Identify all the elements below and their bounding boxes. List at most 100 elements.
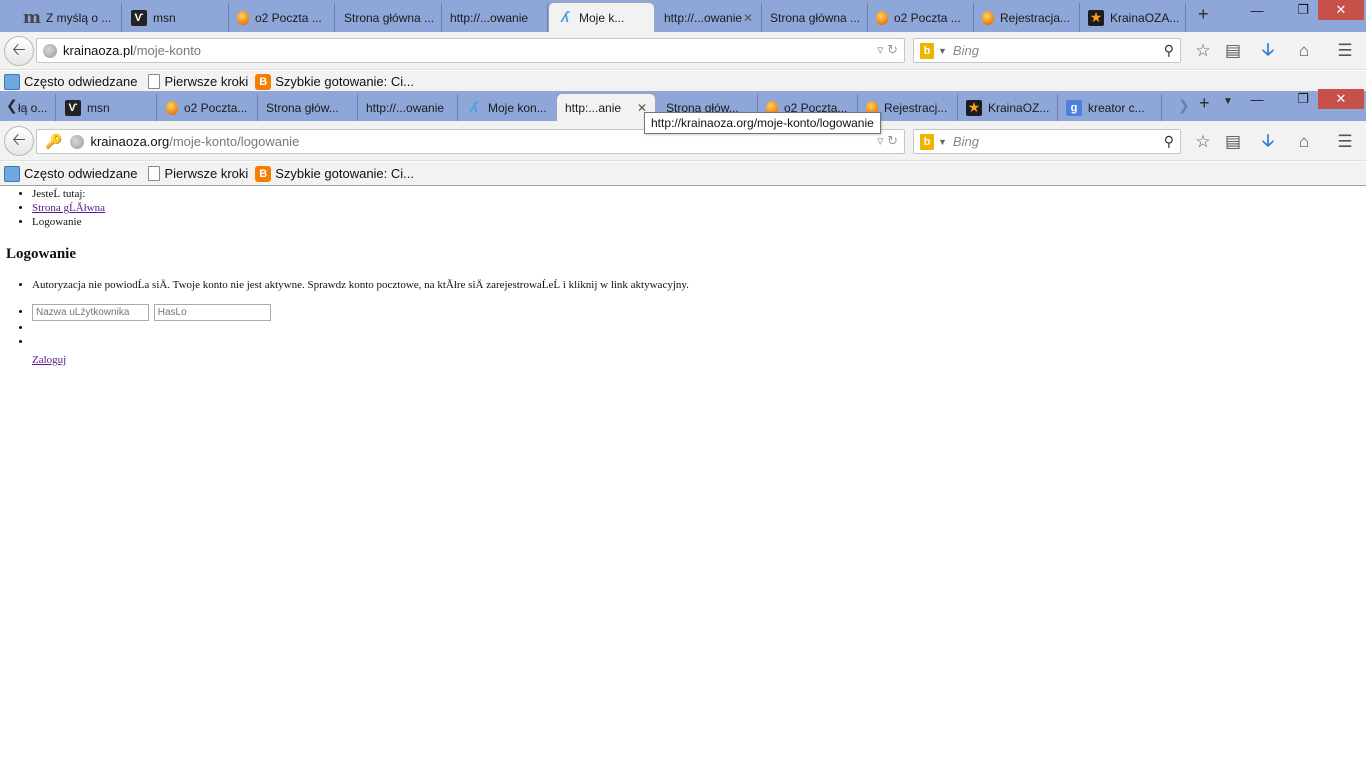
tab-label: msn <box>153 10 176 25</box>
search-icon[interactable]: ⚲ <box>1164 133 1174 150</box>
tab-label: o2 Poczta ... <box>255 10 322 25</box>
username-field[interactable] <box>32 304 149 321</box>
bookmark-label: Często odwiedzane <box>24 166 138 181</box>
menu-icon[interactable]: ☰ <box>1335 41 1355 61</box>
tab-label: Strona główna ... <box>344 10 435 25</box>
close-window-button[interactable]: ✕ <box>1318 0 1364 20</box>
tab[interactable]: Strona główna ... <box>762 3 868 32</box>
tab[interactable]: g kreator c... <box>1058 94 1162 121</box>
tab-label: http:...anie <box>565 100 622 115</box>
search-bar[interactable]: b ▼ Bing ⚲ <box>913 129 1181 154</box>
bookmark-label: Szybkie gotowanie: Ci... <box>275 166 414 181</box>
tab-tooltip: http://krainaoza.org/moje-konto/logowani… <box>644 112 881 134</box>
reading-list-icon[interactable]: ▤ <box>1223 41 1243 61</box>
error-message: Autoryzacja nie powiodĹa siÄ. Twoje kont… <box>32 278 1366 292</box>
tab[interactable]: Ѵmsn <box>123 3 229 32</box>
tab[interactable]: ʎ Moje k... <box>548 2 655 32</box>
bookmark-item[interactable]: Często odwiedzane <box>0 165 138 182</box>
page-icon <box>148 74 161 89</box>
blogger-icon: B <box>255 165 272 182</box>
download-icon[interactable]: 🡣 <box>1258 131 1278 152</box>
login-link[interactable]: Zaloguj <box>32 354 66 366</box>
menu-icon[interactable]: ☰ <box>1335 132 1355 152</box>
breadcrumb-prefix: JesteĹ tutaj: <box>32 187 1366 201</box>
breadcrumb: JesteĹ tutaj: Strona gĹĂłwna Logowanie <box>0 187 1366 229</box>
tab[interactable]: http://...owanie ✕ <box>656 3 762 32</box>
bookmark-item[interactable]: Pierwsze kroki <box>144 74 248 89</box>
new-tab-button[interactable]: + <box>1199 93 1210 114</box>
back-button[interactable]: 🡠 <box>4 126 34 156</box>
often-visited-icon <box>4 73 20 90</box>
bookmark-item[interactable]: Często odwiedzane <box>0 73 137 90</box>
url-domain: krainaoza.pl <box>63 43 134 58</box>
tab[interactable]: o2 Poczta... <box>158 94 258 121</box>
bookmark-label: Pierwsze kroki <box>164 166 249 181</box>
search-bar[interactable]: b ▼ Bing ⚲ <box>913 38 1181 63</box>
reload-icon[interactable]: ▿ ↻ <box>877 133 898 149</box>
tab[interactable]: łą o... <box>10 94 56 121</box>
bing-icon[interactable]: b <box>920 42 934 59</box>
tab[interactable]: Strona głów... <box>258 94 358 121</box>
tab[interactable]: Ѵmsn <box>57 94 157 121</box>
bing-icon[interactable]: b <box>920 133 934 150</box>
o2-balloon-icon <box>166 100 178 115</box>
tab-label: o2 Poczta ... <box>894 10 961 25</box>
bookmark-item[interactable]: Pierwsze kroki <box>144 166 248 181</box>
tab[interactable]: o2 Poczta ... <box>229 3 335 32</box>
search-icon[interactable]: ⚲ <box>1164 42 1174 59</box>
home-icon[interactable]: ⌂ <box>1294 132 1314 152</box>
tab[interactable]: ★ KrainaOZ... <box>958 94 1058 121</box>
password-field[interactable] <box>153 304 271 321</box>
page-title: Logowanie <box>6 246 77 262</box>
bookmarks-toolbar-window-2: Często odwiedzane Pierwsze kroki B Szybkie … <box>0 162 1366 186</box>
navigation-toolbar-window-1: 🡠 krainaoza.pl/moje-konto ▿ ↻ b ▼ Bing ⚲… <box>0 32 1366 70</box>
download-icon[interactable]: 🡣 <box>1258 40 1278 61</box>
key-icon[interactable]: 🔑 <box>45 133 62 150</box>
o2-balloon-icon <box>982 10 994 25</box>
breadcrumb-home-link[interactable]: Strona gĹĂłwna <box>32 202 105 214</box>
msn-icon: Ѵ <box>65 99 81 116</box>
tab[interactable]: m Z myślą o ... <box>16 3 122 32</box>
bookmark-star-icon[interactable]: ☆ <box>1193 132 1213 152</box>
tab[interactable]: http://...owanie <box>358 94 458 121</box>
blogger-icon: B <box>255 73 272 90</box>
tab-label: kreator c... <box>1088 100 1145 115</box>
tab[interactable]: o2 Poczta ... <box>868 3 974 32</box>
close-tab-icon[interactable]: ✕ <box>743 11 753 25</box>
tab[interactable]: http://...owanie <box>442 3 548 32</box>
close-window-button[interactable]: ✕ <box>1318 89 1364 109</box>
bookmarks-toolbar-window-1: Często odwiedzane Pierwsze kroki B Szybkie … <box>0 71 1366 92</box>
page-content: JesteĹ tutaj: Strona gĹĂłwna Logowanie L… <box>0 187 1366 768</box>
tab[interactable]: Rejestracja... <box>974 3 1080 32</box>
reading-list-icon[interactable]: ▤ <box>1223 132 1243 152</box>
google-icon: g <box>1066 99 1082 116</box>
tab-label: KrainaOZA... <box>1110 10 1180 25</box>
bookmark-star-icon[interactable]: ☆ <box>1193 41 1213 61</box>
m-icon: m <box>23 7 41 28</box>
home-icon[interactable]: ⌂ <box>1294 41 1314 61</box>
tab[interactable]: ʎ Moje kon... <box>458 94 558 121</box>
chevron-down-icon[interactable]: ▼ <box>938 137 947 147</box>
url-domain: krainaoza.org <box>90 134 170 149</box>
reload-icon[interactable]: ▿ ↻ <box>877 42 898 58</box>
minimize-button[interactable]: — <box>1234 89 1280 109</box>
tab[interactable]: Strona główna ... <box>336 3 442 32</box>
list-all-tabs-icon[interactable]: ▼ <box>1223 96 1233 107</box>
tab-label: http://...owanie <box>450 10 529 25</box>
new-tab-button[interactable]: + <box>1198 4 1209 25</box>
bookmark-item[interactable]: B Szybkie gotowanie: Ci... <box>255 73 414 90</box>
minimize-button[interactable]: — <box>1234 0 1280 20</box>
tab-list: m Z myślą o ... Ѵmsn o2 Poczta ... Strona gł… <box>0 0 1366 32</box>
tab[interactable]: http:...anie ✕ <box>556 93 656 121</box>
address-bar[interactable]: krainaoza.pl/moje-konto ▿ ↻ <box>36 38 905 63</box>
tab-label: Moje k... <box>579 10 625 25</box>
krainaoza-icon: ʎ <box>469 99 479 116</box>
tab-label: msn <box>87 100 110 115</box>
globe-icon <box>70 134 85 149</box>
tab[interactable]: ★ KrainaOZA... <box>1080 3 1186 32</box>
chevron-down-icon[interactable]: ▼ <box>938 46 947 56</box>
back-button[interactable]: 🡠 <box>4 36 34 66</box>
scroll-tabs-right-icon[interactable]: ❯ <box>1178 97 1190 114</box>
tab-label: o2 Poczta... <box>184 100 248 115</box>
bookmark-item[interactable]: B Szybkie gotowanie: Ci... <box>255 165 414 182</box>
